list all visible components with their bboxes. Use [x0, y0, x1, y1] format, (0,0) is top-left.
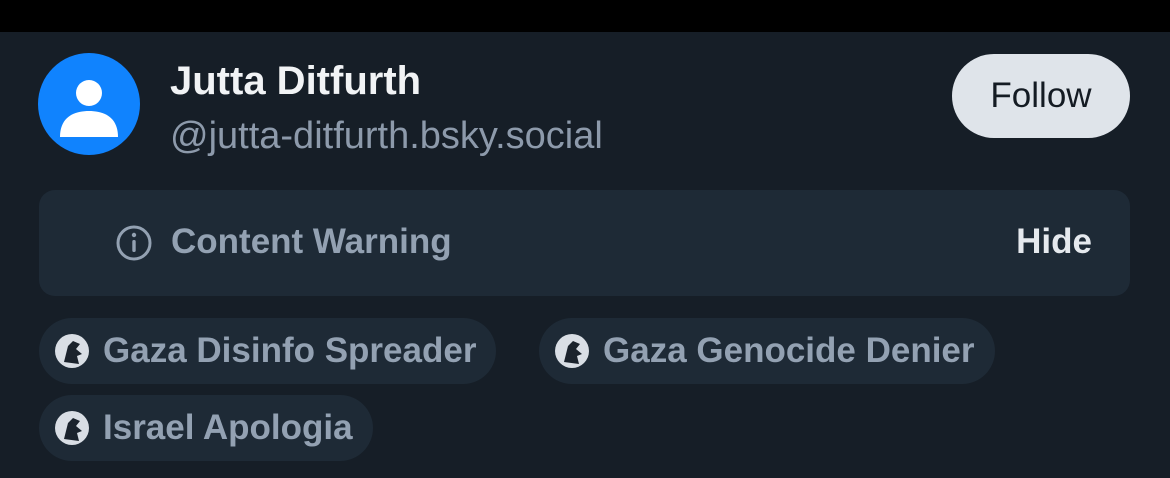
- content-warning-label: Content Warning: [171, 222, 452, 261]
- labeler-avatar-icon: [55, 411, 89, 445]
- display-name[interactable]: Jutta Ditfurth: [170, 59, 421, 104]
- avatar[interactable]: [38, 53, 140, 155]
- labeler-avatar-icon: [55, 334, 89, 368]
- hide-button[interactable]: Hide: [1016, 222, 1092, 262]
- follow-button[interactable]: Follow: [952, 54, 1130, 138]
- label-pill[interactable]: Gaza Disinfo Spreader: [39, 318, 497, 384]
- label-text: Gaza Disinfo Spreader: [103, 331, 477, 370]
- profile-card[interactable]: Jutta Ditfurth @jutta-ditfurth.bsky.soci…: [0, 32, 1170, 478]
- labeler-avatar-icon: [555, 334, 589, 368]
- label-pill[interactable]: Israel Apologia: [39, 395, 373, 461]
- content-warning-banner[interactable]: Content Warning Hide: [39, 190, 1130, 296]
- label-text: Gaza Genocide Denier: [603, 331, 975, 370]
- label-text: Israel Apologia: [103, 408, 353, 447]
- info-icon: [116, 225, 152, 261]
- account-handle[interactable]: @jutta-ditfurth.bsky.social: [170, 115, 603, 158]
- label-pill[interactable]: Gaza Genocide Denier: [539, 318, 995, 384]
- default-avatar-icon: [60, 80, 118, 137]
